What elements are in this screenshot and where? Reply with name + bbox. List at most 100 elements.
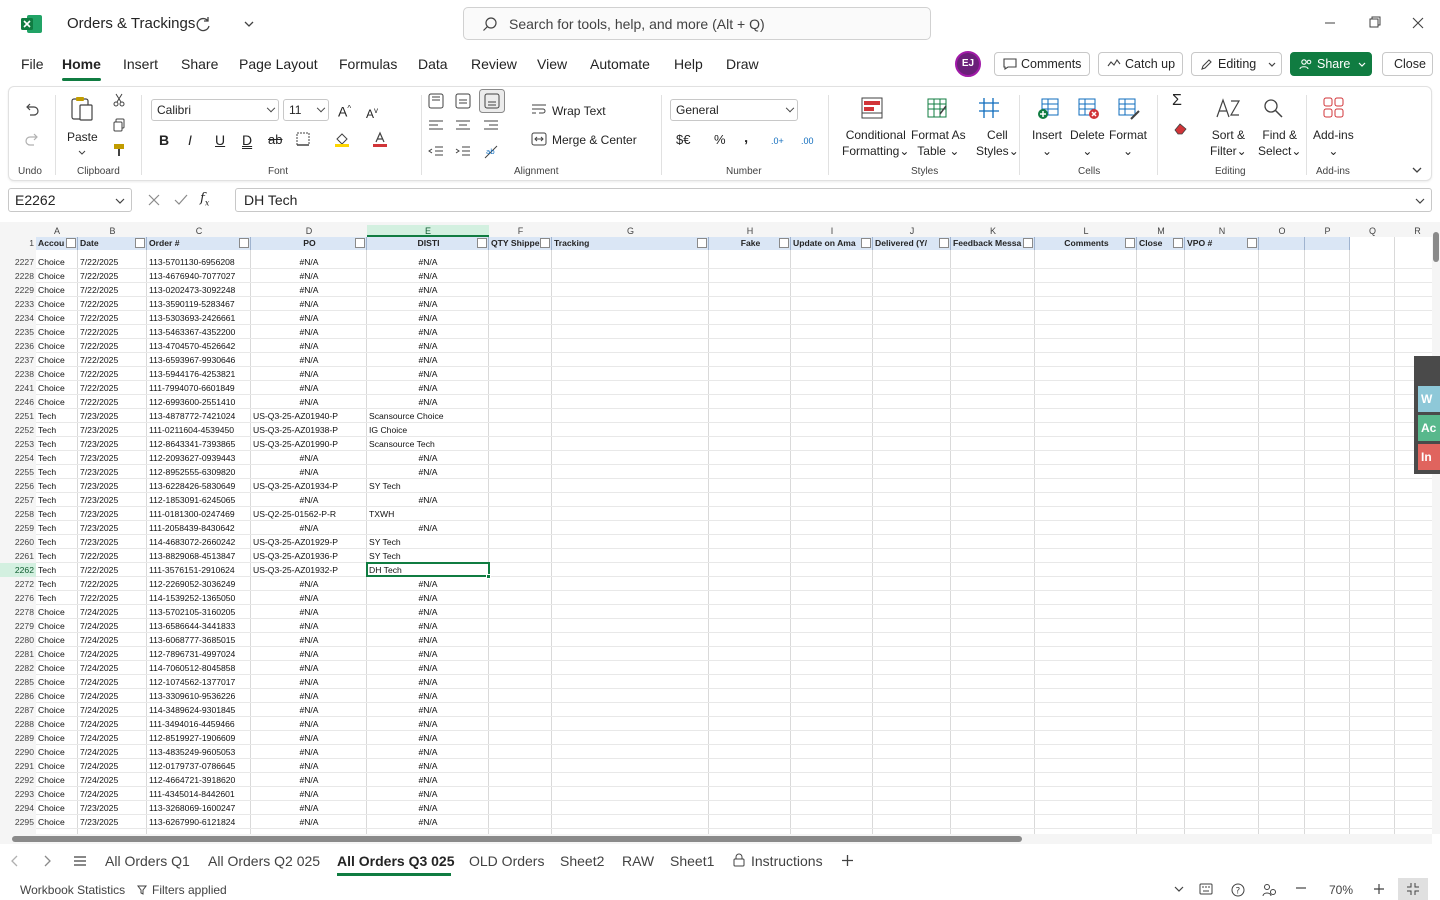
- insert-function-icon[interactable]: fx: [200, 191, 209, 208]
- table-cell-disti[interactable]: #N/A: [367, 465, 489, 479]
- column-header-p[interactable]: P: [1305, 225, 1350, 237]
- row-number[interactable]: 2292: [0, 773, 36, 787]
- column-header-a[interactable]: A: [36, 225, 78, 237]
- tab-review[interactable]: Review: [471, 56, 517, 72]
- table-cell-account[interactable]: Tech: [38, 409, 56, 423]
- table-cell-date[interactable]: 7/24/2025: [80, 689, 118, 703]
- table-cell-disti[interactable]: #N/A: [367, 451, 489, 465]
- table-cell-account[interactable]: Choice: [38, 773, 65, 787]
- row-number[interactable]: 2295: [0, 815, 36, 829]
- all-sheets-icon[interactable]: [73, 855, 87, 867]
- table-cell-disti[interactable]: Scansource Tech: [369, 437, 435, 451]
- column-header-g[interactable]: G: [552, 225, 709, 237]
- comments-button[interactable]: Comments: [994, 52, 1090, 76]
- sheet-tab-old[interactable]: OLD Orders: [469, 853, 544, 869]
- insert-cells-icon[interactable]: [1036, 97, 1060, 121]
- table-cell-date[interactable]: 7/23/2025: [80, 493, 118, 507]
- insert-cells-button[interactable]: Insert ⌄: [1032, 127, 1062, 159]
- add-ins-icon[interactable]: [1323, 97, 1345, 119]
- orientation-icon[interactable]: ab: [483, 144, 499, 160]
- table-cell-disti[interactable]: #N/A: [367, 311, 489, 325]
- table-cell-date[interactable]: 7/24/2025: [80, 731, 118, 745]
- tab-page-layout[interactable]: Page Layout: [239, 56, 318, 72]
- row-number[interactable]: 2246: [0, 395, 36, 409]
- sync-icon[interactable]: [194, 15, 212, 33]
- table-cell-order[interactable]: 112-8643341-7393865: [149, 437, 235, 451]
- table-cell-account[interactable]: Tech: [38, 535, 56, 549]
- table-cell-account[interactable]: Choice: [38, 269, 65, 283]
- font-size-select[interactable]: 11: [283, 99, 329, 121]
- table-cell-disti[interactable]: #N/A: [367, 339, 489, 353]
- table-cell-po[interactable]: #N/A: [251, 493, 367, 507]
- table-cell-order[interactable]: 112-4664721-3918620: [149, 773, 235, 787]
- share-button[interactable]: Share: [1290, 52, 1372, 76]
- table-cell-account[interactable]: Tech: [38, 549, 56, 563]
- table-cell-po[interactable]: #N/A: [251, 745, 367, 759]
- table-cell-order[interactable]: 113-5303693-2426661: [149, 311, 235, 325]
- tab-formulas[interactable]: Formulas: [339, 56, 397, 72]
- autosum-icon[interactable]: Σ: [1172, 93, 1182, 109]
- table-cell-account[interactable]: Choice: [38, 787, 65, 801]
- align-bottom-icon[interactable]: [479, 89, 505, 113]
- row-number[interactable]: 2227: [0, 255, 36, 269]
- tab-draw[interactable]: Draw: [726, 56, 759, 72]
- column-header-r[interactable]: R: [1395, 225, 1432, 237]
- row-number[interactable]: 2228: [0, 269, 36, 283]
- table-cell-po[interactable]: #N/A: [251, 325, 367, 339]
- table-cell-date[interactable]: 7/23/2025: [80, 479, 118, 493]
- table-cell-disti[interactable]: #N/A: [367, 633, 489, 647]
- table-cell-po[interactable]: #N/A: [251, 577, 367, 591]
- table-cell-po[interactable]: #N/A: [251, 773, 367, 787]
- italic-icon[interactable]: I: [188, 132, 192, 148]
- table-cell-account[interactable]: Choice: [38, 745, 65, 759]
- table-cell-account[interactable]: Tech: [38, 507, 56, 521]
- table-cell-order[interactable]: 114-3489624-9301845: [149, 703, 235, 717]
- wrap-text-icon[interactable]: [531, 103, 547, 117]
- clear-icon[interactable]: [1173, 121, 1189, 135]
- table-cell-po[interactable]: #N/A: [251, 689, 367, 703]
- table-cell-account[interactable]: Choice: [38, 353, 65, 367]
- tab-automate[interactable]: Automate: [590, 56, 650, 72]
- column-header-n[interactable]: N: [1185, 225, 1259, 237]
- column-header-h[interactable]: H: [709, 225, 791, 237]
- table-cell-po[interactable]: US-Q3-25-AZ01929-P: [253, 535, 338, 549]
- row-number[interactable]: 2280: [0, 633, 36, 647]
- table-cell-account[interactable]: Choice: [38, 605, 65, 619]
- table-cell-account[interactable]: Choice: [38, 703, 65, 717]
- column-header-f[interactable]: F: [489, 225, 552, 237]
- table-cell-order[interactable]: 112-6993600-2551410: [149, 395, 235, 409]
- table-cell-date[interactable]: 7/22/2025: [80, 395, 118, 409]
- row-number[interactable]: 2251: [0, 409, 36, 423]
- format-as-table-button[interactable]: Format As Table ⌄: [911, 127, 966, 159]
- table-cell-date[interactable]: 7/24/2025: [80, 605, 118, 619]
- table-cell-po[interactable]: #N/A: [251, 815, 367, 829]
- table-cell-disti[interactable]: #N/A: [367, 577, 489, 591]
- horizontal-scroll-thumb[interactable]: [12, 836, 1022, 842]
- table-cell-order[interactable]: 112-2269052-3036249: [149, 577, 235, 591]
- table-cell-disti[interactable]: #N/A: [367, 661, 489, 675]
- table-cell-disti[interactable]: #N/A: [367, 297, 489, 311]
- avatar[interactable]: EJ: [955, 51, 981, 77]
- table-cell-disti[interactable]: #N/A: [367, 325, 489, 339]
- table-cell-date[interactable]: 7/24/2025: [80, 773, 118, 787]
- row-number[interactable]: 2261: [0, 549, 36, 563]
- filter-dropdown-icon[interactable]: [697, 238, 707, 248]
- close-window-icon[interactable]: [1409, 14, 1427, 32]
- table-cell-po[interactable]: #N/A: [251, 255, 367, 269]
- table-cell-account[interactable]: Choice: [38, 311, 65, 325]
- find-select-button[interactable]: Find & Select⌄: [1258, 127, 1301, 159]
- row-number[interactable]: 2287: [0, 703, 36, 717]
- table-cell-order[interactable]: 113-4704570-4526642: [149, 339, 235, 353]
- table-cell-order[interactable]: 113-6586644-3441833: [149, 619, 235, 633]
- chevron-down-icon[interactable]: [242, 17, 256, 31]
- borders-icon[interactable]: [296, 132, 310, 146]
- row-number[interactable]: 2233: [0, 297, 36, 311]
- tab-help[interactable]: Help: [674, 56, 703, 72]
- tab-home[interactable]: Home: [62, 56, 101, 72]
- horizontal-scrollbar[interactable]: [0, 834, 1432, 844]
- ribbon-collapse-icon[interactable]: [1411, 165, 1423, 175]
- table-cell-order[interactable]: 114-7060512-8045858: [149, 661, 235, 675]
- formula-input[interactable]: DH Tech: [235, 188, 1432, 212]
- find-select-icon[interactable]: [1261, 97, 1285, 121]
- table-cell-account[interactable]: Choice: [38, 675, 65, 689]
